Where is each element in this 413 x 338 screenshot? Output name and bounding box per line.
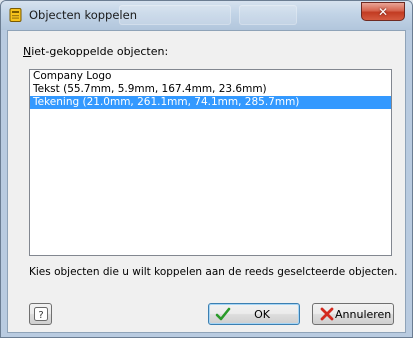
title-bar[interactable]: Objecten koppelen ✕ (1, 1, 412, 30)
ok-button[interactable]: OK (208, 303, 300, 325)
instruction-text: Kies objecten die u wilt koppelen aan de… (29, 266, 398, 278)
help-button[interactable]: ? (29, 303, 52, 325)
ok-button-label: OK (254, 307, 270, 321)
cancel-button[interactable]: Annuleren (312, 303, 394, 325)
list-item[interactable]: Tekst (55.7mm, 5.9mm, 167.4mm, 23.6mm) (30, 83, 391, 96)
red-x-icon (320, 307, 334, 321)
close-button[interactable]: ✕ (361, 2, 405, 21)
list-item[interactable]: Company Logo (30, 70, 391, 83)
svg-text:?: ? (38, 310, 43, 321)
checkmark-icon (215, 307, 231, 321)
close-icon: ✕ (377, 4, 389, 19)
dialog-window: Objecten koppelen ✕ Niet-gekoppelde obje… (0, 0, 413, 338)
list-item[interactable]: Tekening (21.0mm, 261.1mm, 74.1mm, 285.7… (30, 96, 391, 109)
link-objects-icon (9, 8, 22, 22)
list-label-text: iet-gekoppelde objecten: (31, 45, 169, 58)
background-window-tab (239, 5, 297, 25)
list-label-accelerator: N (23, 45, 32, 58)
unlinked-objects-list[interactable]: Company Logo Tekst (55.7mm, 5.9mm, 167.4m… (29, 69, 392, 256)
list-label: Niet-gekoppelde objecten: (23, 45, 168, 58)
help-icon: ? (33, 307, 48, 321)
window-title: Objecten koppelen (29, 8, 137, 22)
cancel-button-label: Annuleren (335, 307, 392, 321)
